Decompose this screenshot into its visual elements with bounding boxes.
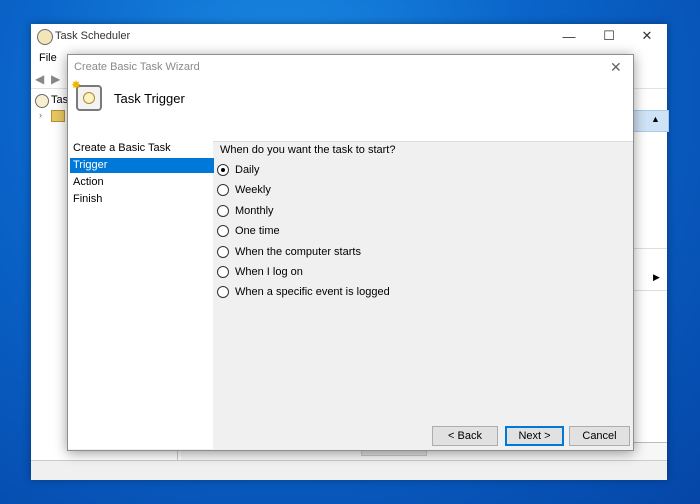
radio-monthly[interactable]: Monthly	[217, 203, 274, 219]
radio-label: Daily	[235, 164, 260, 176]
step-create-basic-task[interactable]: Create a Basic Task	[70, 141, 214, 156]
clock-icon	[37, 29, 53, 45]
wizard-header: ✸ Task Trigger	[68, 78, 633, 142]
close-icon[interactable]: ✕	[610, 59, 622, 76]
step-trigger[interactable]: Trigger	[70, 158, 214, 173]
actions-header[interactable]	[631, 110, 669, 132]
radio-button[interactable]	[217, 246, 229, 258]
radio-button[interactable]	[217, 225, 229, 237]
radio-button[interactable]	[217, 205, 229, 217]
close-button[interactable]: ✕	[629, 24, 665, 48]
radio-button[interactable]	[217, 164, 229, 176]
radio-button[interactable]	[217, 266, 229, 278]
status-bar	[31, 460, 667, 480]
radio-button[interactable]	[217, 184, 229, 196]
page-title: Task Trigger	[114, 91, 185, 106]
triangle-up-icon[interactable]: ▲	[651, 114, 660, 124]
radio-computer-starts[interactable]: When the computer starts	[217, 244, 361, 260]
clock-icon	[83, 92, 95, 104]
ts-window-title: Task Scheduler	[55, 30, 131, 42]
wizard-title: Create Basic Task Wizard	[74, 61, 200, 73]
step-finish[interactable]: Finish	[70, 192, 214, 207]
star-icon: ✸	[71, 78, 82, 92]
wizard-titlebar: Create Basic Task Wizard ✕	[68, 55, 633, 79]
cancel-button[interactable]: Cancel	[569, 426, 630, 446]
radio-log-on[interactable]: When I log on	[217, 264, 303, 280]
divider	[631, 290, 667, 291]
radio-one-time[interactable]: One time	[217, 223, 280, 239]
radio-label: Weekly	[235, 184, 271, 196]
step-action[interactable]: Action	[70, 175, 214, 190]
radio-weekly[interactable]: Weekly	[217, 182, 271, 198]
chevron-right-icon[interactable]: ›	[39, 110, 42, 120]
radio-label: Monthly	[235, 205, 274, 217]
radio-button[interactable]	[217, 286, 229, 298]
radio-daily[interactable]: Daily	[217, 162, 259, 178]
next-button[interactable]: Next >	[505, 426, 564, 446]
radio-label: When a specific event is logged	[235, 286, 390, 298]
minimize-button[interactable]: —	[551, 24, 587, 48]
folder-icon[interactable]	[51, 110, 65, 122]
wizard-steps: Create a Basic Task Trigger Action Finis…	[68, 141, 214, 449]
forward-arrow-icon[interactable]: ▶	[51, 72, 60, 86]
radio-event-logged[interactable]: When a specific event is logged	[217, 284, 390, 300]
menu-file[interactable]: File	[39, 52, 57, 64]
clock-icon	[35, 94, 49, 108]
radio-label: One time	[235, 225, 280, 237]
divider	[631, 248, 667, 249]
create-basic-task-wizard: Create Basic Task Wizard ✕ ✸ Task Trigge…	[67, 54, 634, 451]
radio-label: When I log on	[235, 266, 303, 278]
ts-titlebar: Task Scheduler — ☐ ✕	[31, 24, 667, 50]
triangle-right-icon[interactable]: ▶	[653, 272, 660, 283]
trigger-question: When do you want the task to start?	[220, 144, 396, 156]
maximize-button[interactable]: ☐	[591, 24, 627, 48]
back-button[interactable]: < Back	[432, 426, 498, 446]
radio-label: When the computer starts	[235, 246, 361, 258]
back-arrow-icon[interactable]: ◀	[35, 72, 44, 86]
